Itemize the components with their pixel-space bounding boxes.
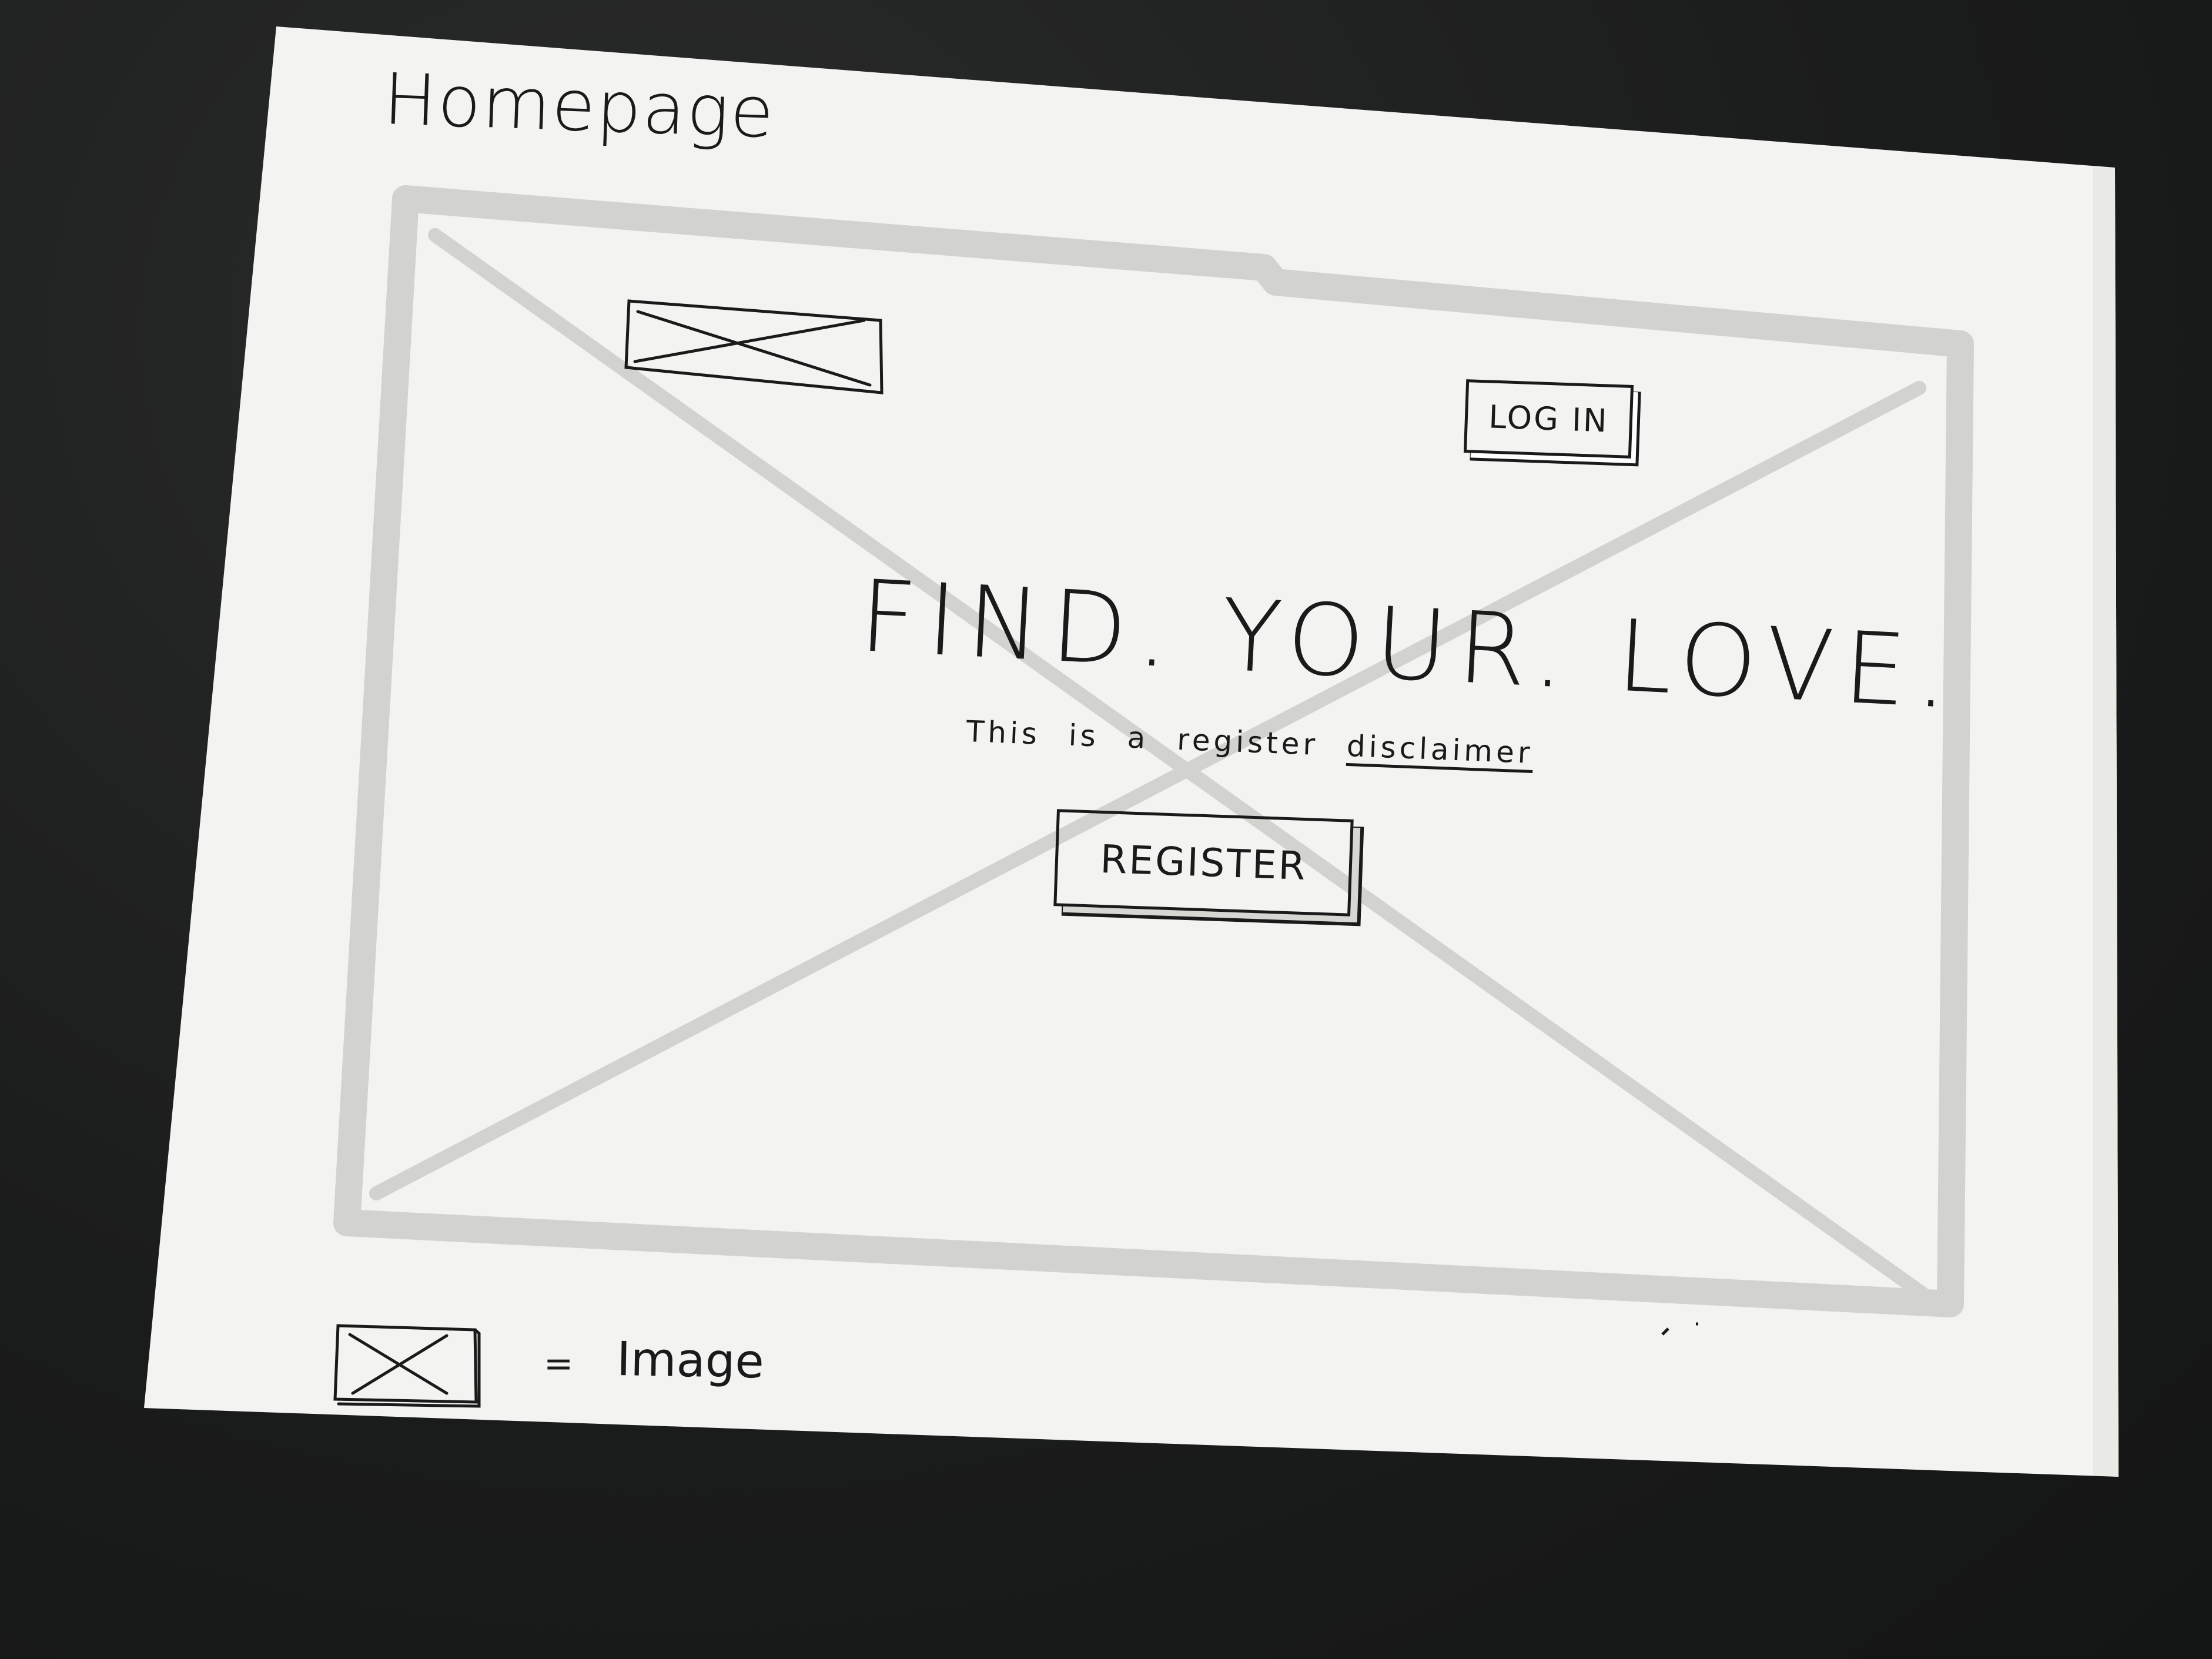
login-button[interactable]: LOG IN	[1463, 379, 1634, 459]
page-title: Homepage	[382, 59, 777, 155]
disclaimer-word: This	[965, 714, 1042, 751]
disclaimer-word: is	[1067, 718, 1100, 754]
photo-scene: Homepage LOG IN FIND. YOUR. LOVE. This is…	[0, 0, 2212, 1659]
disclaimer-word: a	[1126, 720, 1150, 755]
legend-equals: =	[544, 1343, 574, 1384]
disclaimer-word: register	[1176, 722, 1320, 762]
paper-shade	[2093, 168, 2119, 1477]
disclaimer-link[interactable]: disclaimer	[1346, 729, 1534, 770]
legend-label: Image	[616, 1332, 765, 1389]
register-button[interactable]: REGISTER	[1053, 809, 1354, 917]
